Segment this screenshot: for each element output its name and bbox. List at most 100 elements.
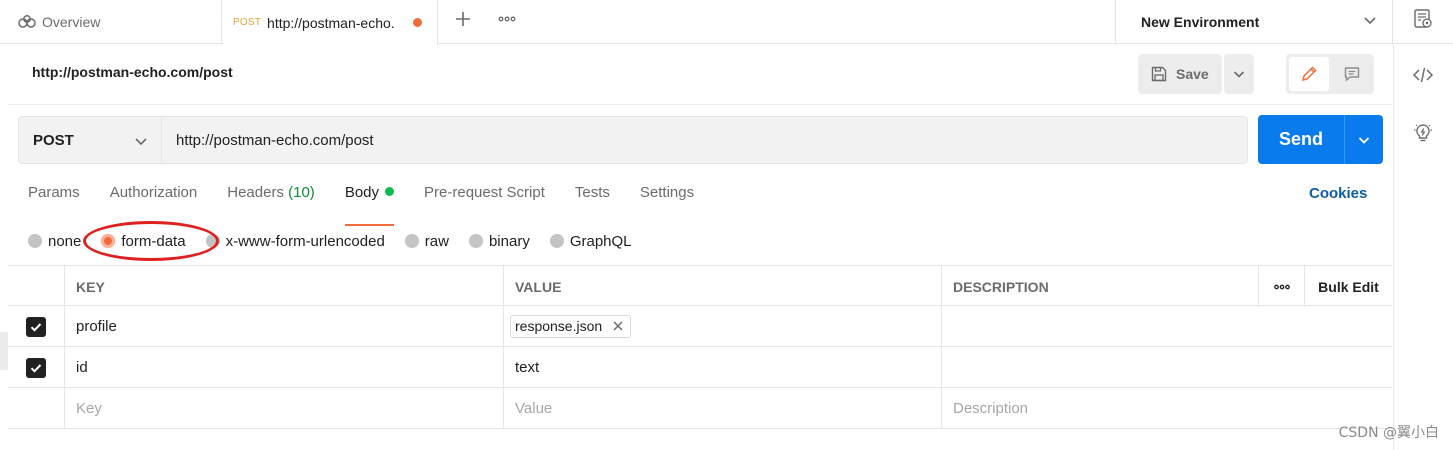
radio-graphql[interactable]: GraphQL: [549, 232, 632, 250]
right-sidebar: [1393, 44, 1453, 450]
remove-file-button[interactable]: [612, 320, 624, 332]
row-checkbox[interactable]: [26, 357, 46, 378]
tab-headers-label: Headers: [227, 184, 284, 201]
radio-label: raw: [424, 232, 449, 250]
tab-request[interactable]: POST http://postman-echo.: [223, 0, 438, 45]
radio-circle-selected: [101, 234, 116, 248]
environment-label: New Environment: [1141, 14, 1260, 30]
key-cell[interactable]: id: [64, 347, 503, 388]
radio-label: binary: [488, 232, 530, 250]
row-spacer: [1304, 306, 1392, 347]
checkmark-icon: [29, 320, 43, 334]
bulk-edit-button[interactable]: Bulk Edit: [1304, 266, 1392, 307]
description-cell[interactable]: [941, 347, 1258, 388]
radio-form-data[interactable]: form-data: [101, 232, 186, 250]
chevron-down-icon: [133, 133, 149, 149]
tab-request-url: http://postman-echo.: [267, 14, 395, 31]
tab-params[interactable]: Params: [28, 184, 80, 216]
tab-bar: Overview POST http://postman-echo. New E…: [0, 0, 1453, 45]
table-row: id text: [8, 347, 1392, 388]
radio-label: x-www-form-urlencoded: [225, 232, 385, 250]
edit-mode-button[interactable]: [1289, 57, 1329, 91]
checkmark-icon: [29, 361, 43, 375]
method-select[interactable]: POST: [18, 116, 162, 164]
collapsed-sidebar-edge: [0, 332, 8, 370]
view-mode-toggle: [1286, 54, 1374, 94]
value-cell[interactable]: response.json: [503, 306, 941, 347]
file-chip: response.json: [510, 315, 632, 338]
radio-urlencoded[interactable]: x-www-form-urlencoded: [205, 232, 385, 250]
tab-prerequest-script[interactable]: Pre-request Script: [424, 184, 545, 216]
radio-raw[interactable]: raw: [404, 232, 449, 250]
radio-label: none: [48, 232, 82, 250]
column-header-value: VALUE: [503, 266, 941, 307]
tab-settings[interactable]: Settings: [640, 184, 694, 216]
column-header-key: KEY: [64, 266, 503, 307]
chevron-down-icon: [1357, 133, 1371, 147]
new-value-input[interactable]: Value: [503, 388, 941, 429]
environment-quick-look-button[interactable]: [1412, 8, 1434, 30]
more-tabs-button[interactable]: [496, 8, 518, 30]
row-checkbox-cell: [8, 306, 64, 347]
send-button[interactable]: Send: [1258, 115, 1344, 164]
method-label: POST: [33, 131, 74, 149]
headers-count: (10): [288, 184, 315, 201]
url-input[interactable]: http://postman-echo.com/post: [162, 116, 1248, 164]
tab-body-label: Body: [344, 184, 380, 201]
send-options-button[interactable]: [1344, 115, 1383, 164]
new-key-input[interactable]: Key: [64, 388, 503, 429]
tab-overview-label: Overview: [42, 14, 101, 30]
save-options-button[interactable]: [1224, 54, 1254, 94]
row-checkbox[interactable]: [26, 316, 46, 337]
more-horizontal-icon: [1272, 277, 1292, 297]
row-spacer: [1304, 347, 1392, 388]
radio-none[interactable]: none: [28, 233, 81, 250]
request-title[interactable]: http://postman-echo.com/post: [32, 64, 233, 80]
lightbulb-icon: [1412, 122, 1434, 144]
save-button[interactable]: Save: [1138, 54, 1222, 94]
comments-mode-button[interactable]: [1332, 57, 1372, 91]
request-subtabs: Params Authorization Headers (10) Body P…: [28, 184, 694, 226]
close-icon: [612, 320, 624, 332]
row-spacer: [1258, 306, 1304, 347]
radio-label: form-data: [121, 232, 186, 250]
tab-overview[interactable]: Overview: [0, 0, 222, 44]
new-description-input[interactable]: Description: [941, 388, 1258, 429]
tab-headers[interactable]: Headers (10): [227, 184, 315, 216]
tab-tests[interactable]: Tests: [575, 184, 610, 216]
file-name: response.json: [515, 318, 603, 334]
table-row-new: Key Value Description: [8, 388, 1392, 429]
tab-request-method: POST: [233, 17, 262, 28]
header-checkbox-cell: [8, 266, 64, 307]
radio-binary[interactable]: binary: [468, 232, 530, 250]
radio-circle: [28, 234, 42, 248]
body-indicator-dot: [385, 187, 395, 196]
value-cell[interactable]: text: [503, 347, 941, 388]
radio-circle: [404, 234, 419, 248]
radio-circle: [205, 234, 220, 248]
unsaved-indicator: [413, 18, 423, 27]
new-tab-button[interactable]: [452, 8, 474, 30]
body-type-radios: none form-data x-www-form-urlencoded raw…: [28, 231, 652, 251]
pencil-icon: [1300, 65, 1318, 83]
code-icon: [1412, 64, 1434, 86]
save-label: Save: [1176, 66, 1209, 82]
description-cell[interactable]: [941, 306, 1258, 347]
table-row: profile response.json: [8, 306, 1392, 347]
radio-label: GraphQL: [569, 232, 632, 250]
related-info-button[interactable]: [1412, 122, 1434, 144]
chevron-down-icon: [1232, 67, 1246, 81]
key-cell[interactable]: profile: [64, 306, 503, 347]
environment-select[interactable]: New Environment: [1115, 0, 1393, 44]
comment-icon: [1343, 65, 1361, 83]
watermark: CSDN @翼小白: [1338, 425, 1439, 441]
tab-body[interactable]: Body: [344, 184, 395, 226]
row-spacer: [1258, 388, 1304, 429]
tab-authorization[interactable]: Authorization: [110, 184, 198, 216]
save-icon: [1150, 65, 1168, 83]
column-options-button[interactable]: [1258, 266, 1304, 307]
code-snippet-button[interactable]: [1412, 64, 1434, 86]
more-horizontal-icon: [496, 8, 518, 30]
cookies-link[interactable]: Cookies: [1309, 185, 1367, 202]
radio-circle: [468, 234, 483, 248]
